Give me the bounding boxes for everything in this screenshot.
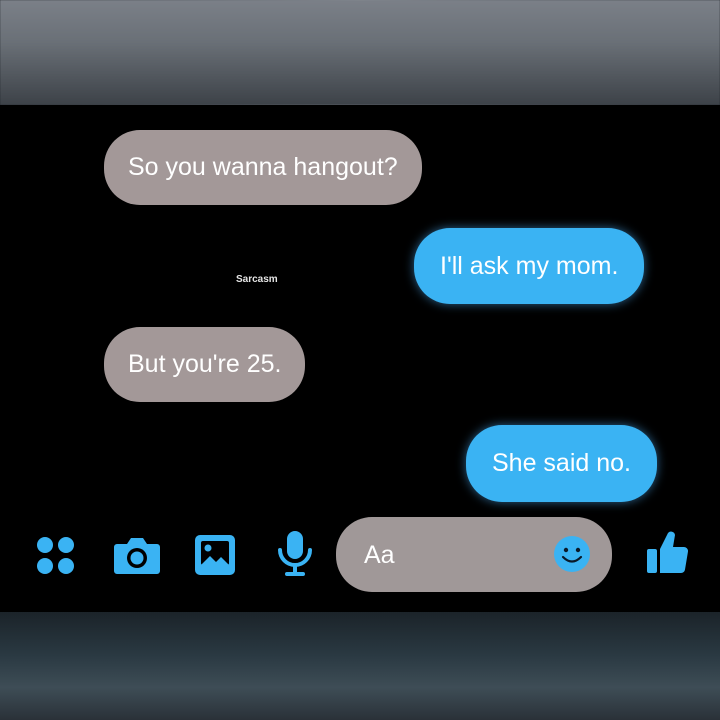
thumbs-up-icon[interactable] — [644, 527, 690, 577]
message-text: She said no. — [492, 449, 631, 477]
chat-screen: So you wanna hangout? I'll ask my mom. S… — [0, 105, 720, 612]
watermark-label: Sarcasm — [236, 274, 278, 285]
emoji-icon[interactable] — [552, 534, 592, 574]
apps-icon[interactable] — [34, 534, 78, 578]
photo-frame-top — [0, 0, 720, 105]
message-text: So you wanna hangout? — [128, 153, 398, 181]
message-bubble-received: But you're 25. — [104, 327, 306, 402]
message-text: I'll ask my mom. — [440, 251, 619, 280]
message-input[interactable] — [362, 537, 546, 573]
camera-icon[interactable] — [113, 532, 161, 578]
microphone-icon[interactable] — [274, 528, 316, 580]
photo-frame-bottom — [0, 612, 720, 720]
message-text: But you're 25. — [128, 350, 282, 378]
message-bubble-sent: I'll ask my mom. — [414, 228, 645, 304]
message-bubble-received: So you wanna hangout? — [104, 130, 422, 205]
message-bubble-sent: She said no. — [466, 425, 657, 502]
gallery-icon[interactable] — [192, 532, 238, 578]
message-composer[interactable] — [336, 517, 612, 592]
